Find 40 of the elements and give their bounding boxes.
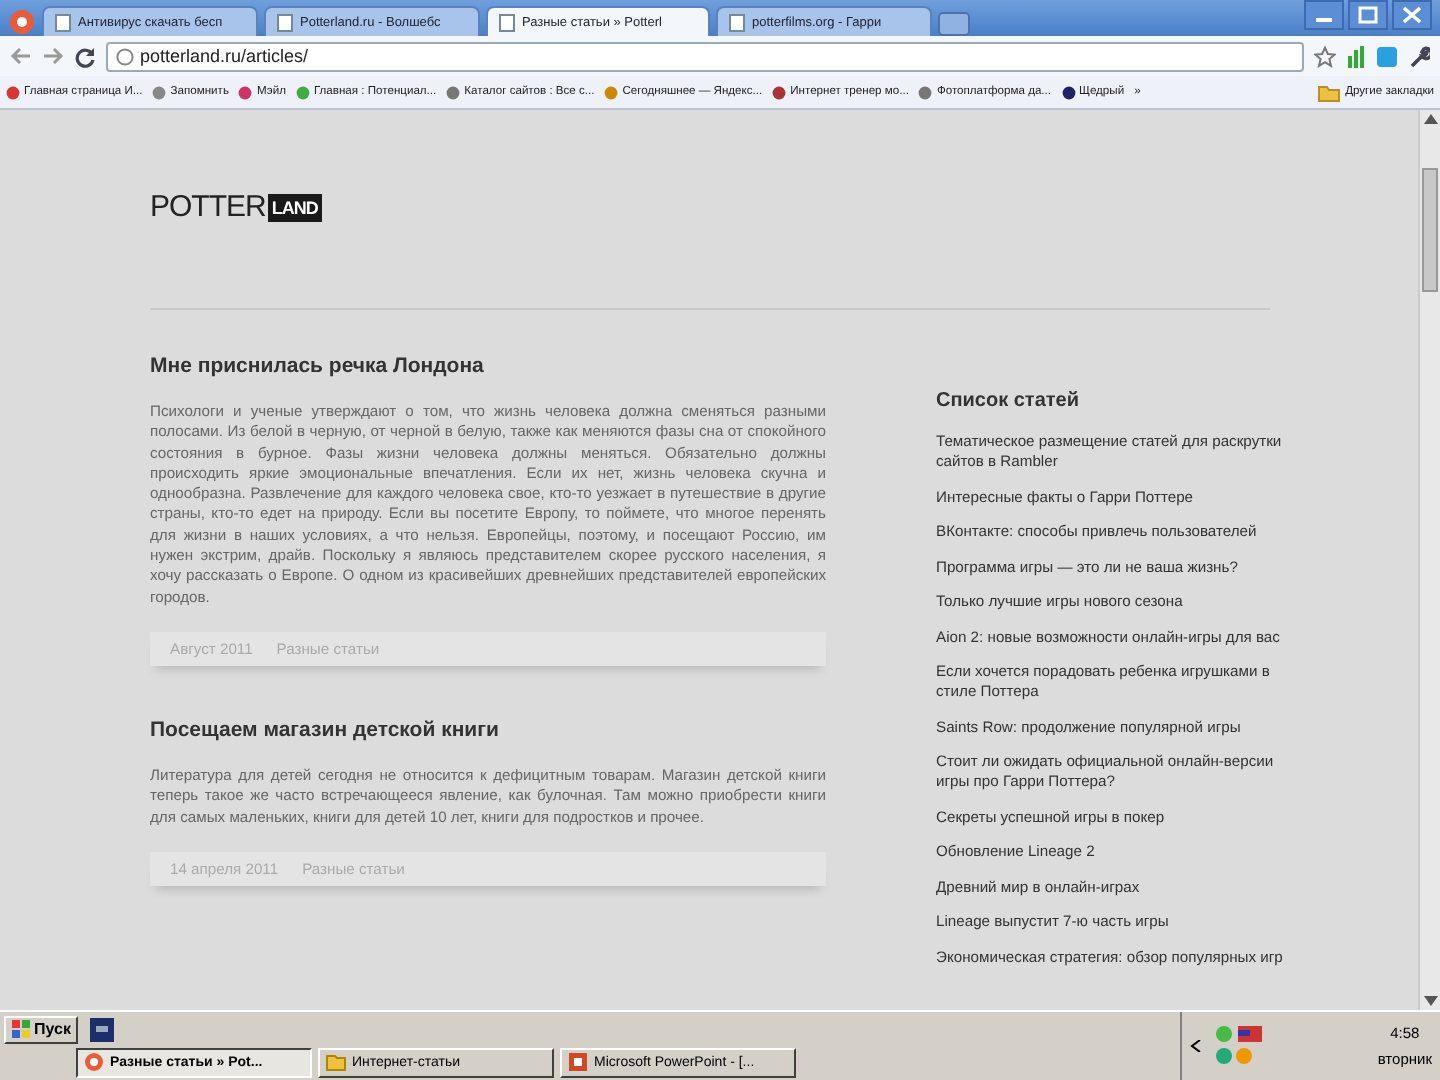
scrollbar-thumb[interactable] <box>1422 168 1438 292</box>
wrench-icon[interactable] <box>1408 45 1430 67</box>
start-button[interactable]: Пуск <box>4 1015 79 1044</box>
bookmark-icon <box>152 85 167 99</box>
scrollbar[interactable] <box>1418 110 1440 1010</box>
back-icon[interactable] <box>10 46 32 66</box>
article-title[interactable]: Посещаем магазин детской книги <box>150 717 826 742</box>
maximize-icon[interactable] <box>1348 0 1388 30</box>
bookmark-icon <box>446 85 461 99</box>
bar-chart-icon[interactable] <box>1346 45 1366 67</box>
bookmark-icon <box>238 85 253 99</box>
folder-icon <box>326 1052 346 1073</box>
page-icon <box>54 13 72 31</box>
minimize-icon[interactable] <box>1304 0 1344 30</box>
page-icon <box>728 13 746 31</box>
bookmark-icon <box>918 85 933 99</box>
bookmark-icon <box>1061 85 1076 99</box>
bookmark-icon <box>772 85 787 99</box>
star-icon[interactable] <box>1314 45 1336 67</box>
presentation-icon <box>568 1052 588 1073</box>
bookmark-icon <box>6 85 20 99</box>
reload-icon[interactable] <box>74 45 96 67</box>
tray-expand-icon[interactable] <box>1190 1040 1202 1052</box>
scroll-up-icon[interactable] <box>1423 114 1437 124</box>
tray-icons-drawing[interactable] <box>1214 1024 1266 1068</box>
forward-icon[interactable] <box>42 46 64 66</box>
app-shortcut-icon[interactable] <box>90 1017 115 1042</box>
windows-logo-icon <box>12 1020 30 1039</box>
url-field[interactable]: potterland.ru/articles/ <box>106 41 1304 71</box>
page-icon <box>498 13 516 31</box>
page-icon <box>276 13 294 31</box>
sidebar-title: Список статей <box>936 390 1081 412</box>
site-logo[interactable]: POTTER LAND <box>150 190 322 224</box>
bookmark-icon <box>604 85 619 99</box>
article-title[interactable]: Мне приснилась речка Лондона <box>150 354 826 378</box>
browser-icon <box>84 1052 104 1073</box>
close-icon[interactable] <box>1392 0 1432 30</box>
bookmark-icon <box>295 85 310 99</box>
folder-icon <box>1317 83 1340 101</box>
scroll-down-icon[interactable] <box>1423 996 1437 1006</box>
